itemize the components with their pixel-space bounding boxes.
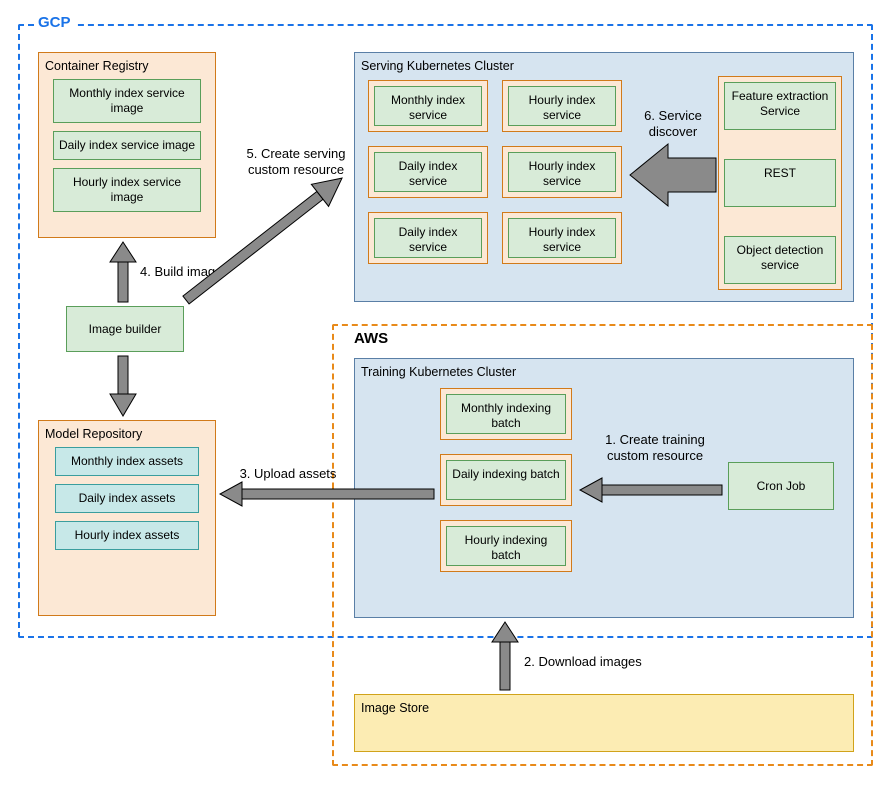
training-cluster-title: Training Kubernetes Cluster: [361, 365, 847, 379]
serving-svc: Hourly index service: [508, 218, 616, 258]
caption-step2: 2. Download images: [524, 654, 674, 670]
training-batch: Monthly indexing batch: [446, 394, 566, 434]
arrow-step1: [578, 476, 724, 504]
arrow-step6: [628, 140, 718, 210]
model-repository-panel: Model Repository Monthly index assets Da…: [38, 420, 216, 616]
serving-col3-pod: Feature extraction Service REST Object d…: [718, 76, 842, 290]
caption-step1: 1. Create training custom resource: [590, 432, 720, 465]
serving-cluster-title: Serving Kubernetes Cluster: [361, 59, 847, 73]
model-repository-title: Model Repository: [45, 427, 209, 441]
serving-svc: Object detection service: [724, 236, 836, 284]
model-repo-item: Daily index assets: [55, 484, 199, 513]
container-registry-title: Container Registry: [45, 59, 209, 73]
registry-item: Daily index service image: [53, 131, 201, 160]
cron-job-box: Cron Job: [728, 462, 834, 510]
registry-item: Hourly index service image: [53, 168, 201, 212]
serving-svc: Daily index service: [374, 152, 482, 192]
training-batch: Hourly indexing batch: [446, 526, 566, 566]
serving-col2: Hourly index service Hourly index servic…: [502, 80, 622, 264]
serving-col1: Monthly index service Daily index servic…: [368, 80, 488, 264]
training-col: Monthly indexing batch Daily indexing ba…: [440, 388, 572, 572]
serving-svc: Hourly index service: [508, 152, 616, 192]
arrow-builder-to-modelrepo: [108, 354, 138, 418]
caption-step6: 6. Service discover: [632, 108, 714, 141]
serving-svc: REST: [724, 159, 836, 207]
serving-svc: Hourly index service: [508, 86, 616, 126]
image-store-title: Image Store: [361, 701, 847, 715]
arrow-step5: [186, 182, 356, 312]
arrow-step3: [218, 480, 436, 508]
serving-svc: Daily index service: [374, 218, 482, 258]
registry-item: Monthly index service image: [53, 79, 201, 123]
image-store-panel: Image Store: [354, 694, 854, 752]
serving-svc: Monthly index service: [374, 86, 482, 126]
training-batch: Daily indexing batch: [446, 460, 566, 500]
model-repo-item: Monthly index assets: [55, 447, 199, 476]
caption-step5: 5. Create serving custom resource: [236, 146, 356, 179]
image-builder-box: Image builder: [66, 306, 184, 352]
gcp-label: GCP: [34, 14, 75, 31]
model-repo-item: Hourly index assets: [55, 521, 199, 550]
aws-label: AWS: [350, 330, 392, 347]
serving-svc: Feature extraction Service: [724, 82, 836, 130]
arrow-step2: [490, 620, 520, 692]
arrow-step4: [108, 240, 138, 304]
